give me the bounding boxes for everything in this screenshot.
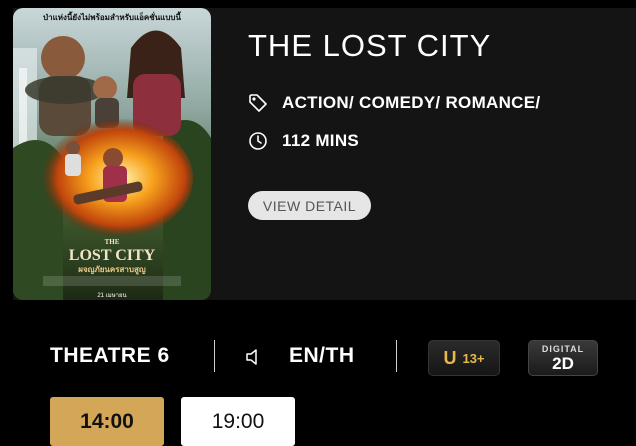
showtime-info: THEATRE 6 EN/TH U 13+ DIGITAL 2D (0, 336, 636, 378)
duration-row: 112 MINS (248, 131, 359, 151)
movie-poster[interactable]: ป่าแห่งนี้ยังไม่พร้อมสำหรับแอ็คชั่นแบบนี… (13, 8, 211, 300)
showtime-button-selected[interactable]: 14:00 (50, 397, 164, 446)
view-detail-button[interactable]: VIEW DETAIL (248, 191, 371, 220)
rating-badge: U 13+ (428, 340, 500, 376)
poster-thai-title: ผจญภัยนครสาบสูญ (78, 265, 146, 275)
format-badge: DIGITAL 2D (528, 340, 598, 376)
divider (396, 340, 397, 372)
duration-text: 112 MINS (282, 131, 360, 150)
rating-u: U (443, 347, 457, 368)
format-top: DIGITAL (541, 343, 585, 354)
clock-icon (248, 131, 268, 151)
language-label: EN/TH (289, 344, 355, 367)
movie-title: THE LOST CITY (248, 28, 492, 63)
speaker-icon (245, 347, 263, 372)
divider (214, 340, 215, 372)
poster-tagline: ป่าแห่งนี้ยังไม่พร้อมสำหรับแอ็คชั่นแบบนี… (43, 11, 182, 22)
poster-logo-line2: LOST CITY (69, 247, 156, 264)
rating-age: 13+ (462, 350, 485, 366)
tag-icon (248, 93, 268, 113)
showtime-button[interactable]: 19:00 (181, 397, 295, 446)
genre-text: ACTION/ COMEDY/ ROMANCE/ (282, 93, 541, 112)
theatre-label: THEATRE 6 (50, 344, 170, 367)
poster-release-date: 21 เมษายน (97, 293, 126, 299)
format-main: 2D (552, 353, 574, 373)
genre-row: ACTION/ COMEDY/ ROMANCE/ (248, 93, 540, 113)
poster-logo-line1: THE (105, 238, 120, 246)
